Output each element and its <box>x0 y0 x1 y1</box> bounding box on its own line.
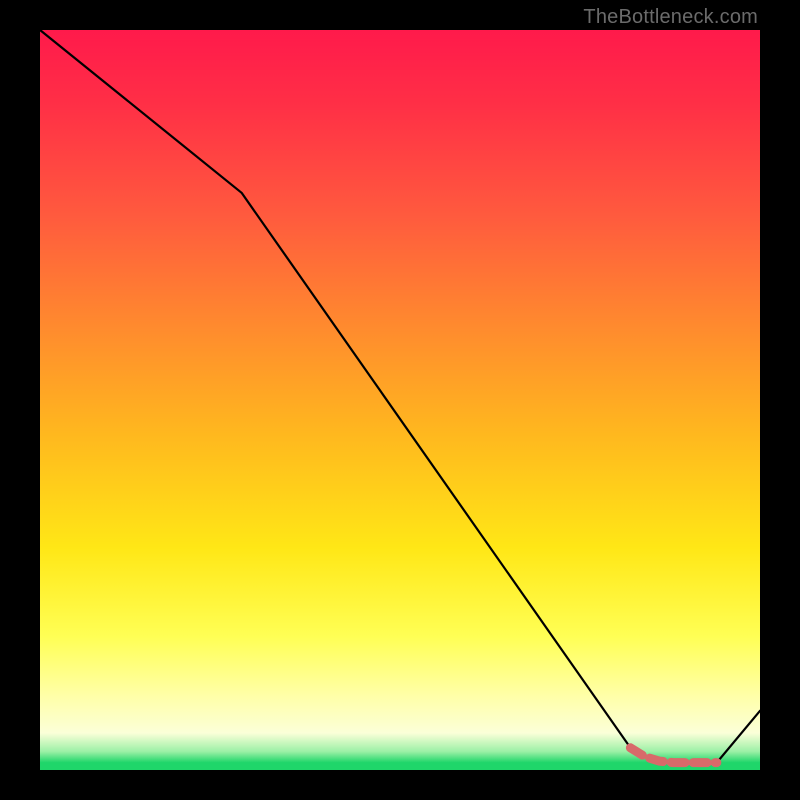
chart-frame: TheBottleneck.com <box>0 0 800 800</box>
watermark-text: TheBottleneck.com <box>583 6 758 29</box>
highlight-series-line <box>630 748 716 763</box>
main-series-line <box>40 30 760 763</box>
chart-overlay <box>40 30 760 770</box>
